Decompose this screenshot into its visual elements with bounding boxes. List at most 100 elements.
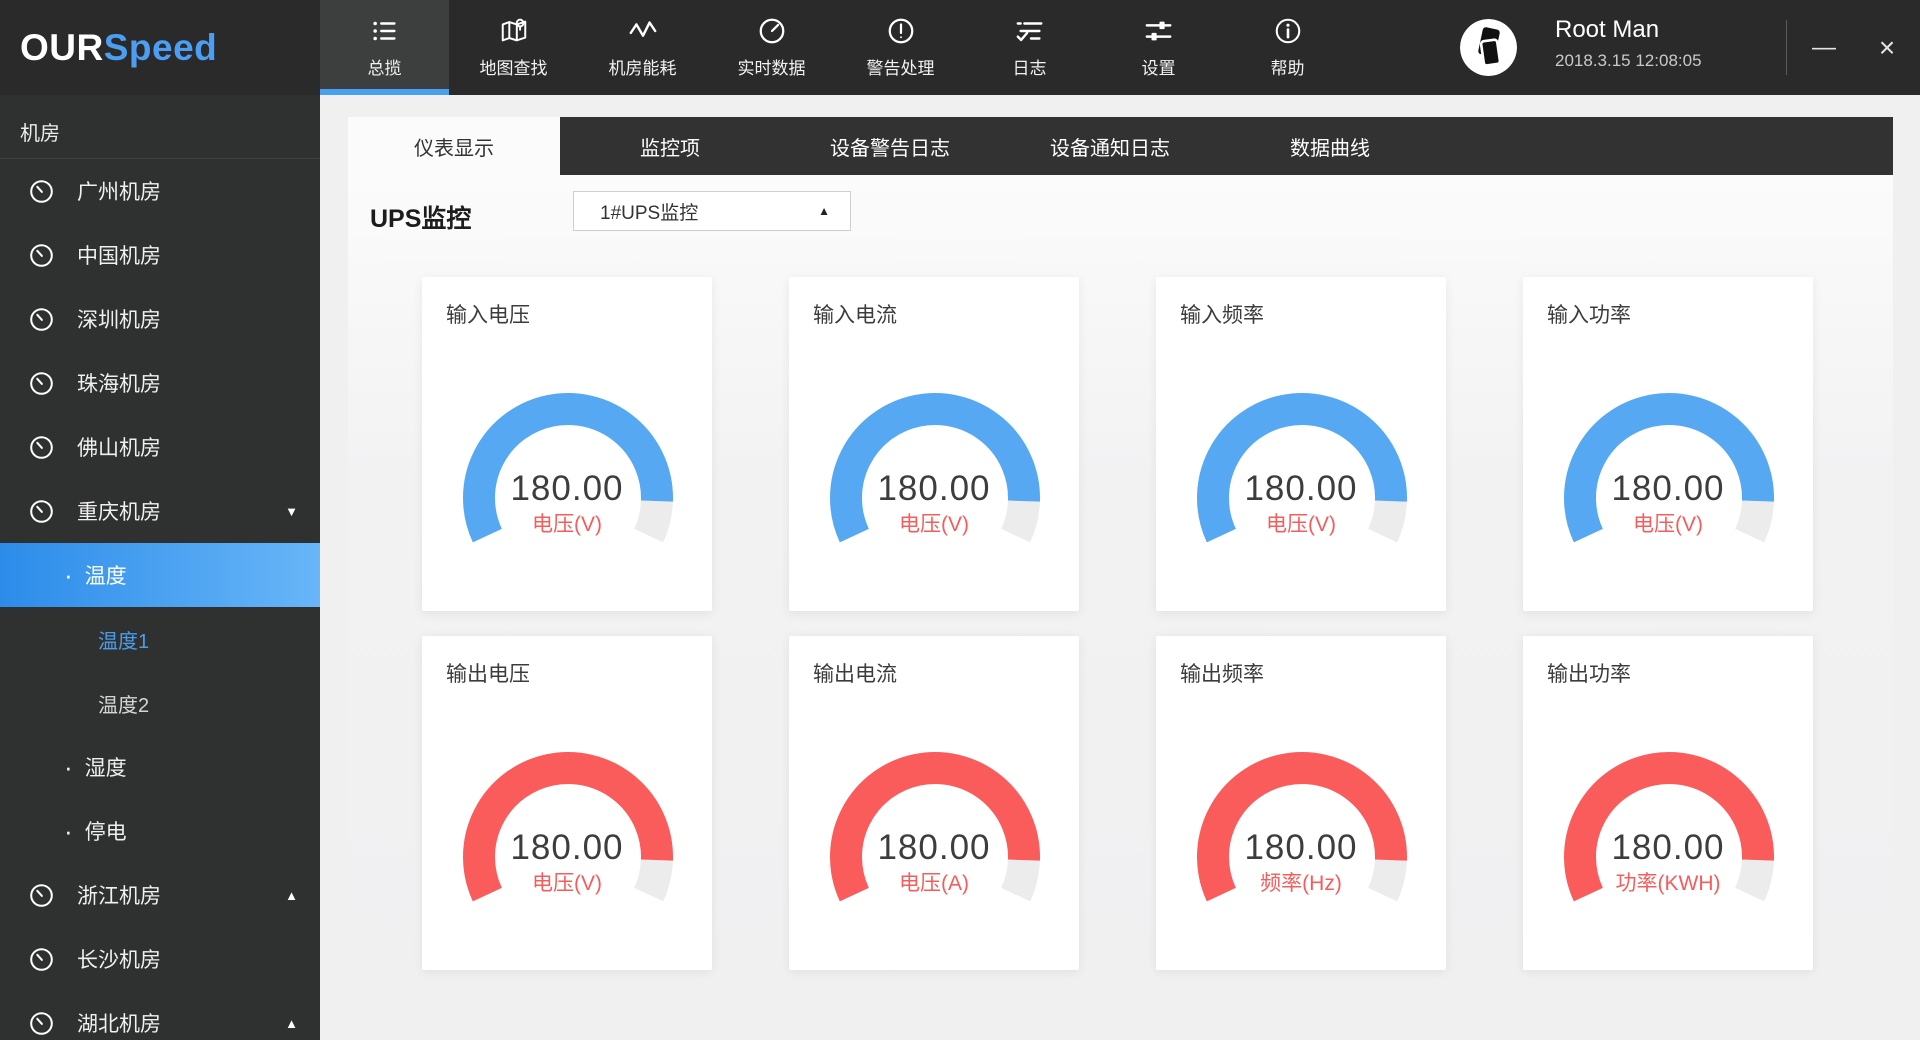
tab-2[interactable]: 监控项	[560, 117, 780, 175]
nav-item-6[interactable]: 日志	[965, 0, 1094, 95]
sidebar-item-6[interactable]: 重庆机房 ▼	[0, 479, 320, 543]
nav-item-label: 帮助	[1271, 54, 1305, 79]
gauge-unit: 电压(V)	[422, 867, 712, 897]
chevron-down-icon: ▼	[285, 504, 298, 519]
nav-item-label: 地图查找	[480, 54, 548, 79]
gauge-card-title: 输入功率	[1547, 299, 1631, 329]
nav-item-2[interactable]: 地图查找	[449, 0, 578, 95]
gauge-circle-icon	[28, 178, 55, 205]
top-bar: OURSpeed 总揽 地图查找 机房能耗 实时数据 警告处理 日志 设置帮助 Root M…	[0, 0, 1920, 95]
ups-selector-dropdown[interactable]: 1#UPS监控 ▲	[573, 191, 851, 231]
sidebar-item-label: 长沙机房	[77, 944, 161, 974]
alert-icon	[886, 16, 916, 46]
gauge-circle-icon	[28, 882, 55, 909]
user-avatar[interactable]	[1460, 19, 1517, 76]
tab-3[interactable]: 设备警告日志	[780, 117, 1000, 175]
window-controls-divider	[1786, 20, 1787, 75]
sidebar-item-label: 湖北机房	[77, 1008, 161, 1038]
sidebar-item-label: 温度2	[98, 689, 149, 718]
overview-icon	[370, 16, 400, 46]
sidebar-item-1[interactable]: 广州机房	[0, 159, 320, 223]
gauge-unit: 电压(V)	[1523, 508, 1813, 538]
main-panel: 仪表显示 监控项设备警告日志设备通知日志数据曲线 UPS监控 1#UPS监控 ▲…	[348, 117, 1893, 1020]
sidebar-item-4[interactable]: 珠海机房	[0, 351, 320, 415]
tab-bar: 仪表显示 监控项设备警告日志设备通知日志数据曲线	[348, 117, 1893, 175]
sidebar-item-2[interactable]: 中国机房	[0, 223, 320, 287]
help-icon	[1273, 16, 1303, 46]
sidebar-item-13[interactable]: 长沙机房	[0, 927, 320, 991]
gauge-unit: 电压(V)	[789, 508, 1079, 538]
nav-item-5[interactable]: 警告处理	[836, 0, 965, 95]
gauge-circle-icon	[28, 434, 55, 461]
sidebar-item-11[interactable]: ·停电	[0, 799, 320, 863]
sidebar-item-label: 重庆机房	[77, 496, 161, 526]
gauge-card-title: 输出频率	[1180, 658, 1264, 688]
sidebar: 机房 广州机房中国机房深圳机房珠海机房佛山机房重庆机房 ▼ ·温度温度1 温度2 ·湿度…	[0, 95, 320, 1040]
nav-item-label: 总揽	[368, 54, 402, 79]
gauge-card-7: 输出频率180.00频率(Hz)	[1156, 636, 1446, 970]
gauge-value: 180.00	[422, 469, 712, 509]
nav-item-label: 实时数据	[738, 54, 806, 79]
gauge-card-6: 输出电流180.00电压(A)	[789, 636, 1079, 970]
sidebar-item-label: 中国机房	[77, 240, 161, 270]
close-button[interactable]: ×	[1862, 0, 1912, 95]
caret-up-icon: ▲	[818, 204, 830, 218]
gauge-card-3: 输入频率180.00电压(V)	[1156, 277, 1446, 611]
sidebar-item-9[interactable]: 温度2	[0, 671, 320, 735]
tab-4[interactable]: 设备通知日志	[1000, 117, 1220, 175]
sidebar-item-label: 佛山机房	[77, 432, 161, 462]
top-navigation: 总揽 地图查找 机房能耗 实时数据 警告处理 日志 设置帮助	[320, 0, 1352, 95]
gauge-value: 180.00	[1523, 469, 1813, 509]
nav-item-label: 日志	[1013, 54, 1047, 79]
gauge-card-title: 输入电流	[813, 299, 897, 329]
logo-part-our: OUR	[20, 27, 104, 68]
user-name: Root Man	[1555, 16, 1659, 44]
minimize-button[interactable]: —	[1799, 0, 1849, 95]
gauge-card-title: 输入电压	[446, 299, 530, 329]
energy-icon	[628, 16, 658, 46]
sidebar-item-3[interactable]: 深圳机房	[0, 287, 320, 351]
nav-item-label: 警告处理	[867, 54, 935, 79]
sidebar-item-7[interactable]: ·温度	[0, 543, 320, 607]
gauge-circle-icon	[28, 498, 55, 525]
sidebar-title: 机房	[0, 95, 320, 159]
sidebar-item-label: 珠海机房	[77, 368, 161, 398]
nav-item-7[interactable]: 设置	[1094, 0, 1223, 95]
gauge-circle-icon	[28, 242, 55, 269]
gauge-card-5: 输出电压180.00电压(V)	[422, 636, 712, 970]
gauge-unit: 功率(KWH)	[1523, 867, 1813, 897]
gauge-card-2: 输入电流180.00电压(V)	[789, 277, 1079, 611]
gauge-card-title: 输出电压	[446, 658, 530, 688]
tab-bar-rest: 监控项设备警告日志设备通知日志数据曲线	[560, 117, 1893, 175]
sidebar-item-10[interactable]: ·湿度	[0, 735, 320, 799]
nav-item-4[interactable]: 实时数据	[707, 0, 836, 95]
sidebar-item-14[interactable]: 湖北机房 ▲	[0, 991, 320, 1040]
sidebar-item-8[interactable]: 温度1	[0, 607, 320, 671]
user-datetime: 2018.3.15 12:08:05	[1555, 51, 1702, 71]
sidebar-item-label: 深圳机房	[77, 304, 161, 334]
sidebar-item-label: 浙江机房	[77, 880, 161, 910]
gauge-unit: 电压(A)	[789, 867, 1079, 897]
gauge-circle-icon	[28, 370, 55, 397]
gauge-unit: 电压(V)	[1156, 508, 1446, 538]
gauge-value: 180.00	[1523, 828, 1813, 868]
sidebar-item-5[interactable]: 佛山机房	[0, 415, 320, 479]
section-label: UPS监控	[370, 199, 471, 235]
ups-selector-value: 1#UPS监控	[574, 198, 818, 225]
logo-part-speed: Speed	[104, 27, 218, 68]
chevron-up-icon: ▲	[285, 888, 298, 903]
tab-active[interactable]: 仪表显示	[348, 117, 560, 175]
map-search-icon	[499, 16, 529, 46]
chevron-up-icon: ▲	[285, 1016, 298, 1031]
nav-item-1[interactable]: 总揽	[320, 0, 449, 95]
app-logo: OURSpeed	[20, 0, 217, 95]
nav-item-8[interactable]: 帮助	[1223, 0, 1352, 95]
nav-item-label: 机房能耗	[609, 54, 677, 79]
sidebar-item-12[interactable]: 浙江机房 ▲	[0, 863, 320, 927]
gauge-card-1: 输入电压180.00电压(V)	[422, 277, 712, 611]
sidebar-item-label: 温度1	[98, 625, 149, 654]
sidebar-item-label: 湿度	[85, 752, 127, 782]
sidebar-item-label: 温度	[85, 560, 127, 590]
nav-item-3[interactable]: 机房能耗	[578, 0, 707, 95]
tab-5[interactable]: 数据曲线	[1220, 117, 1440, 175]
